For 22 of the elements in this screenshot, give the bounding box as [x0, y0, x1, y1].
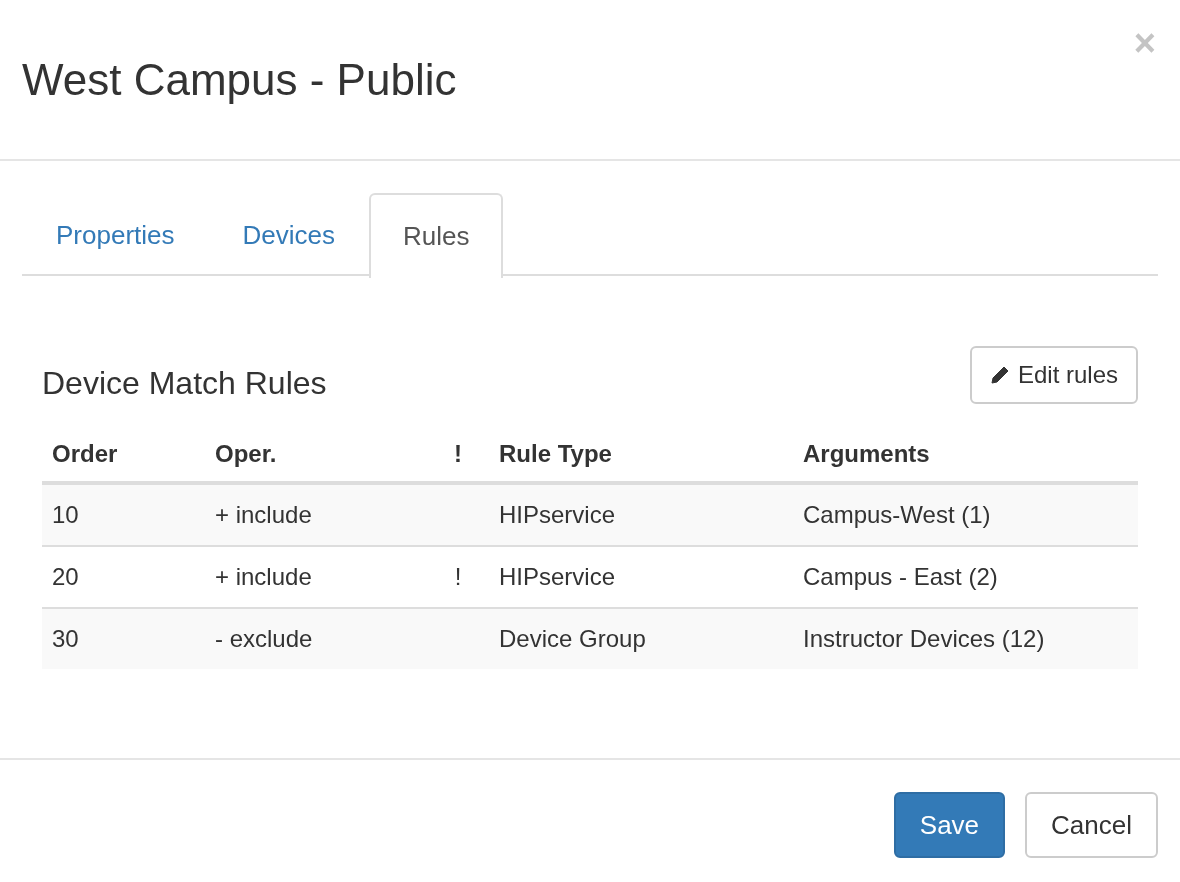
table-cell: Campus-West (1) [803, 501, 991, 528]
tab[interactable]: Devices [208, 193, 369, 276]
section-title: Device Match Rules [42, 363, 327, 402]
table-cell: HIPservice [499, 563, 616, 590]
save-button[interactable]: Save [893, 792, 1006, 858]
cancel-button[interactable]: Cancel [1025, 792, 1158, 858]
table-cell: 20 [52, 563, 79, 590]
table-cell: ! [454, 563, 462, 590]
table-cell: Device Group [499, 625, 646, 652]
table-cell: 10 [52, 501, 79, 528]
table-cell: Campus - East (2) [803, 563, 998, 590]
edit-rules-button[interactable]: Edit rules [969, 346, 1138, 404]
table-cell: 30 [52, 625, 79, 652]
table-cell: HIPservice [499, 501, 616, 528]
tab[interactable]: Rules [369, 193, 504, 278]
pencil-icon [989, 365, 1010, 385]
table-cell: - exclude [215, 625, 313, 652]
table-cell: + include [215, 563, 312, 590]
tab[interactable]: Properties [22, 193, 209, 276]
dialog-title: West Campus - Public [22, 56, 458, 105]
table-cell: Instructor Devices (12) [803, 625, 1045, 652]
table-cell: + include [215, 501, 312, 528]
